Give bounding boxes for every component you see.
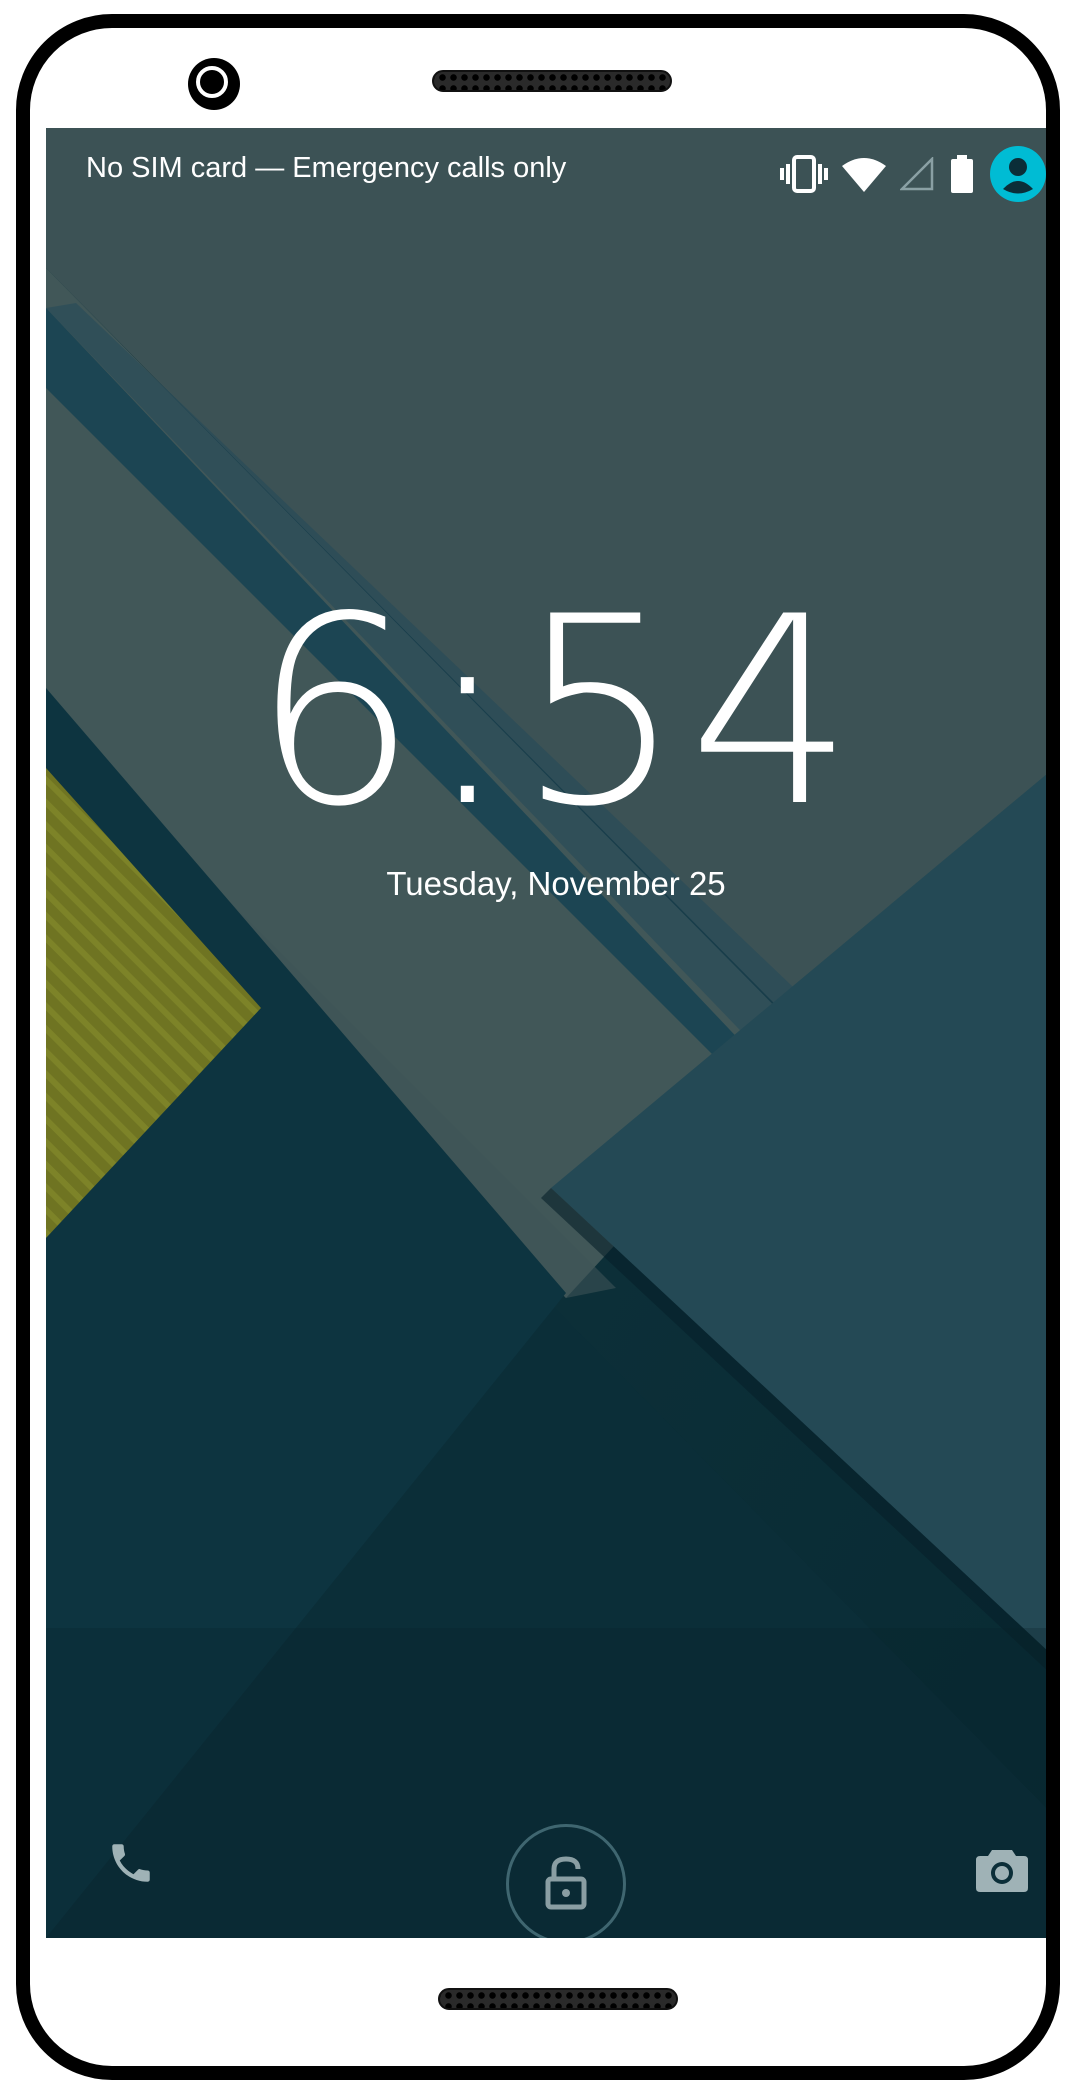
camera-icon[interactable]	[976, 1846, 1028, 1892]
unlock-button[interactable]	[506, 1824, 626, 1938]
top-speaker	[432, 70, 672, 92]
phone-frame: No SIM card — Emergency calls only 6:54 …	[16, 14, 1060, 2080]
clock-time: 6:54	[252, 562, 860, 864]
front-camera	[188, 58, 240, 110]
lock-screen[interactable]: No SIM card — Emergency calls only 6:54 …	[46, 128, 1046, 1938]
date-text: Tuesday, November 25	[386, 865, 726, 902]
phone-icon[interactable]	[106, 1838, 156, 1888]
bottom-speaker	[438, 1988, 678, 2010]
unlock-icon	[545, 1856, 587, 1910]
